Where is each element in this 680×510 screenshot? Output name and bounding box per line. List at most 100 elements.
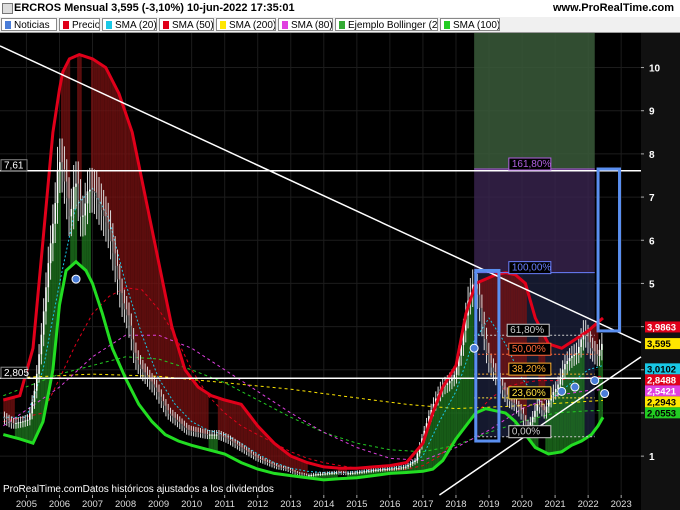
candle-body xyxy=(261,460,264,462)
candle-body xyxy=(522,413,525,421)
candle-body xyxy=(319,473,322,475)
candle-body xyxy=(144,372,146,376)
candle-body xyxy=(338,472,340,474)
legend-item-sma50[interactable]: SMA (50) xyxy=(159,18,214,31)
candle-body xyxy=(354,472,356,474)
candle-body xyxy=(391,468,393,470)
x-tick-label: 2006 xyxy=(49,499,70,510)
candle-body xyxy=(485,338,488,354)
candle-body xyxy=(75,183,77,187)
site-url[interactable]: www.ProRealTime.com xyxy=(553,0,674,17)
bollinger-fill-segment xyxy=(250,415,253,455)
candle-body xyxy=(518,407,520,411)
bollinger-fill-segment xyxy=(139,167,142,370)
fib-level-label: 50,00% xyxy=(512,344,546,355)
price-label: 3,9863 xyxy=(647,322,676,333)
candle-body xyxy=(543,410,545,413)
level-label: 2,805 xyxy=(4,368,29,379)
legend-item-sma100[interactable]: SMA (100) xyxy=(440,18,500,31)
candle-body xyxy=(317,474,319,476)
candle-body xyxy=(82,215,84,217)
bollinger-fill-segment xyxy=(150,224,154,385)
x-tick-label: 2009 xyxy=(148,499,169,510)
news-marker xyxy=(600,389,610,399)
level-label: 7,61 xyxy=(4,161,24,172)
candle-body xyxy=(268,463,271,465)
bollinger-fill-segment xyxy=(194,382,198,433)
candle-body xyxy=(315,474,317,476)
bollinger-fill-segment xyxy=(573,354,576,445)
candle-body xyxy=(411,462,414,464)
candle-body xyxy=(511,401,513,403)
candle-body xyxy=(218,434,220,436)
candle-body xyxy=(589,342,592,349)
candle-body xyxy=(59,162,61,170)
candle-body xyxy=(580,339,582,347)
bollinger-fill-segment xyxy=(570,355,574,446)
candle-body xyxy=(361,471,363,473)
candle-body xyxy=(155,387,158,393)
legend-item-bollinger[interactable]: Ejemplo Bollinger (2 20) xyxy=(335,18,438,31)
candle-body xyxy=(345,473,347,475)
candle-body xyxy=(31,402,33,414)
bollinger-fill-segment xyxy=(120,99,124,304)
fib-zone-161 xyxy=(474,169,595,273)
legend-item-precio[interactable]: Precio xyxy=(59,18,100,31)
candle-body xyxy=(552,392,555,396)
candle-body xyxy=(172,415,174,418)
y-tick-label: 10 xyxy=(649,64,661,75)
candle-body xyxy=(199,432,202,434)
footer-note: ProRealTime.comDatos históricos ajustado… xyxy=(3,484,274,495)
candle-body xyxy=(10,421,13,424)
y-axis-panel xyxy=(641,33,680,510)
candle-body xyxy=(22,421,24,423)
candle-body xyxy=(596,354,599,356)
candle-body xyxy=(393,468,396,470)
bollinger-fill-segment xyxy=(155,246,158,393)
bollinger-fill-segment xyxy=(134,145,138,360)
candle-body xyxy=(188,429,190,431)
candle-body xyxy=(202,433,204,435)
legend-item-sma200[interactable]: SMA (200) xyxy=(216,18,276,31)
legend-swatch xyxy=(106,21,112,29)
bollinger-fill-segment xyxy=(494,274,497,377)
candle-body xyxy=(77,183,80,201)
candle-body xyxy=(266,462,269,464)
x-tick-label: 2016 xyxy=(379,499,400,510)
price-label: 2,2943 xyxy=(647,397,676,408)
price-chart[interactable]: 7,612,805161,80%100,00%61,80%50,00%38,20… xyxy=(0,33,680,510)
candle-body xyxy=(174,417,176,420)
candle-body xyxy=(273,465,276,467)
legend-item-sma20[interactable]: SMA (20) xyxy=(102,18,157,31)
candle-body xyxy=(534,410,536,417)
candle-body xyxy=(42,311,45,335)
chart-title: ERCROS Mensual 3,595 (-3,10%) 10-jun-202… xyxy=(14,2,295,14)
bollinger-fill-segment xyxy=(236,403,239,446)
legend-item-noticias[interactable]: Noticias xyxy=(1,18,57,31)
candle-body xyxy=(305,475,308,477)
bollinger-fill-segment xyxy=(222,399,225,438)
bollinger-fill-segment xyxy=(229,401,232,442)
legend-swatch xyxy=(339,21,345,29)
bollinger-fill-segment xyxy=(263,432,267,463)
candle-body xyxy=(183,425,186,428)
candle-body xyxy=(275,466,278,468)
candle-body xyxy=(358,472,361,474)
candle-body xyxy=(54,203,57,224)
bollinger-fill-segment xyxy=(224,400,228,439)
candle-body xyxy=(40,334,43,355)
candle-body xyxy=(377,469,379,471)
legend-swatch xyxy=(5,21,11,29)
bollinger-fill-segment xyxy=(137,156,140,365)
candle-body xyxy=(492,367,495,373)
candle-body xyxy=(137,359,140,365)
candle-body xyxy=(321,473,324,475)
x-tick-label: 2020 xyxy=(511,499,532,510)
legend-swatch xyxy=(282,21,288,29)
candle-body xyxy=(368,470,370,472)
candle-body xyxy=(370,470,372,472)
candle-body xyxy=(100,204,103,211)
candle-body xyxy=(287,468,289,470)
candle-body xyxy=(116,265,119,280)
legend-item-sma80[interactable]: SMA (80) xyxy=(278,18,333,31)
